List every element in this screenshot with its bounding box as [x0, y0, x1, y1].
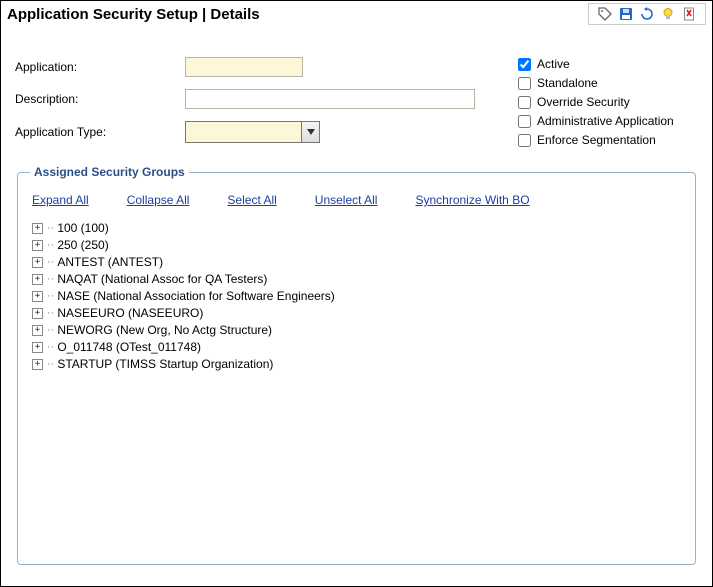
- tree-expand-icon[interactable]: +: [32, 308, 43, 319]
- tree-item-label: 250 (250): [57, 238, 108, 252]
- tree-item[interactable]: + ··O_011748 (OTest_011748): [32, 340, 683, 354]
- check-override-security[interactable]: Override Security: [518, 95, 698, 109]
- label-application: Application:: [15, 60, 185, 74]
- administrative-application-checkbox[interactable]: [518, 115, 531, 128]
- header: Application Security Setup | Details: [1, 1, 712, 29]
- tree-item-label: O_011748 (OTest_011748): [57, 340, 201, 354]
- link-synchronize-with-bo[interactable]: Synchronize With BO: [415, 193, 529, 207]
- tree-item[interactable]: + ··ANTEST (ANTEST): [32, 255, 683, 269]
- page-title: Application Security Setup | Details: [7, 6, 260, 23]
- assigned-security-groups: Assigned Security Groups Expand All Coll…: [17, 165, 696, 565]
- label-description: Description:: [15, 92, 185, 106]
- tree-item[interactable]: + ··NAQAT (National Assoc for QA Testers): [32, 272, 683, 286]
- tree-item[interactable]: + ··NEWORG (New Org, No Actg Structure): [32, 323, 683, 337]
- tree-connector: ··: [47, 239, 54, 251]
- tree-expand-icon[interactable]: +: [32, 257, 43, 268]
- tree-item[interactable]: + ··NASE (National Association for Softwa…: [32, 289, 683, 303]
- application-type-select[interactable]: [185, 121, 320, 143]
- link-unselect-all[interactable]: Unselect All: [315, 193, 378, 207]
- form-fields: Application: Description: Application Ty…: [15, 57, 518, 155]
- tree-item[interactable]: + ··250 (250): [32, 238, 683, 252]
- tree-item-label: ANTEST (ANTEST): [57, 255, 163, 269]
- groups-action-links: Expand All Collapse All Select All Unsel…: [32, 193, 683, 207]
- tree-expand-icon[interactable]: +: [32, 342, 43, 353]
- check-administrative-application[interactable]: Administrative Application: [518, 114, 698, 128]
- enforce-segmentation-checkbox[interactable]: [518, 134, 531, 147]
- tree-connector: ··: [47, 341, 54, 353]
- tree-connector: ··: [47, 290, 54, 302]
- checkbox-panel: Active Standalone Override Security Admi…: [518, 57, 698, 155]
- link-collapse-all[interactable]: Collapse All: [127, 193, 190, 207]
- tree-connector: ··: [47, 307, 54, 319]
- tree-item-label: NEWORG (New Org, No Actg Structure): [57, 323, 272, 337]
- check-standalone[interactable]: Standalone: [518, 76, 698, 90]
- override-security-checkbox[interactable]: [518, 96, 531, 109]
- application-input[interactable]: [185, 57, 303, 77]
- description-input[interactable]: [185, 89, 475, 109]
- label-application-type: Application Type:: [15, 125, 185, 139]
- security-group-tree: +··100 (100)+··250 (250)+··ANTEST (ANTES…: [32, 221, 683, 371]
- tree-expand-icon[interactable]: +: [32, 274, 43, 285]
- tree-item[interactable]: + ··NASEEURO (NASEEURO): [32, 306, 683, 320]
- check-enforce-segmentation[interactable]: Enforce Segmentation: [518, 133, 698, 147]
- tree-item-label: STARTUP (TIMSS Startup Organization): [57, 357, 273, 371]
- groups-legend: Assigned Security Groups: [30, 165, 189, 179]
- delete-icon[interactable]: [681, 6, 697, 22]
- tree-connector: ··: [47, 358, 54, 370]
- tree-item-label: NAQAT (National Assoc for QA Testers): [57, 272, 267, 286]
- tag-icon[interactable]: [597, 6, 613, 22]
- link-expand-all[interactable]: Expand All: [32, 193, 89, 207]
- active-checkbox[interactable]: [518, 58, 531, 71]
- tree-item-label: NASE (National Association for Software …: [57, 289, 334, 303]
- lightbulb-icon[interactable]: [660, 6, 676, 22]
- tree-item-label: 100 (100): [57, 221, 108, 235]
- toolbar: [588, 3, 706, 25]
- tree-connector: ··: [47, 256, 54, 268]
- save-icon[interactable]: [618, 6, 634, 22]
- tree-connector: ··: [47, 273, 54, 285]
- tree-expand-icon[interactable]: +: [32, 325, 43, 336]
- tree-connector: ··: [47, 324, 54, 336]
- tree-item[interactable]: + ··STARTUP (TIMSS Startup Organization): [32, 357, 683, 371]
- tree-item-label: NASEEURO (NASEEURO): [57, 306, 203, 320]
- tree-expand-icon[interactable]: +: [32, 291, 43, 302]
- chevron-down-icon[interactable]: [301, 122, 319, 142]
- tree-connector: ··: [47, 222, 54, 234]
- check-active[interactable]: Active: [518, 57, 698, 71]
- tree-expand-icon[interactable]: +: [32, 240, 43, 251]
- tree-expand-icon[interactable]: +: [32, 223, 43, 234]
- standalone-checkbox[interactable]: [518, 77, 531, 90]
- tree-expand-icon[interactable]: +: [32, 359, 43, 370]
- tree-item[interactable]: + ··100 (100): [32, 221, 683, 235]
- refresh-icon[interactable]: [639, 6, 655, 22]
- link-select-all[interactable]: Select All: [227, 193, 276, 207]
